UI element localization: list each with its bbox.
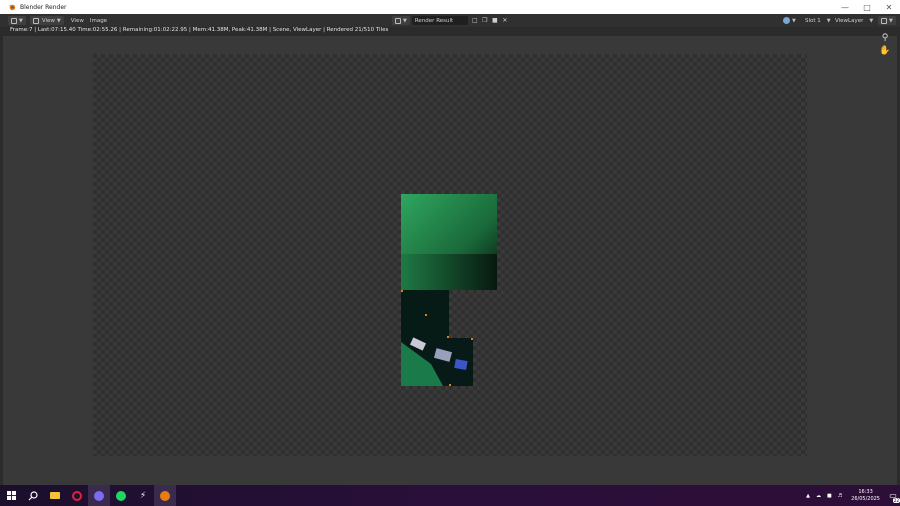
- render-tile-marker: [425, 314, 427, 316]
- volume-icon[interactable]: ♬: [838, 493, 842, 499]
- discord-icon: [94, 490, 104, 501]
- render-tile-marker: [449, 384, 451, 386]
- clock-date: 26/05/2025: [851, 495, 880, 502]
- notification-badge: 22: [892, 498, 900, 503]
- image-editor-header: ▼ View ▼ View Image ▼ Render Result □ ❐ …: [0, 14, 900, 27]
- zoom-icon[interactable]: ⚲: [879, 32, 891, 44]
- chevron-down-icon: ▼: [403, 17, 407, 24]
- editor-type-button[interactable]: ▼: [8, 16, 26, 25]
- search-button[interactable]: [22, 485, 44, 506]
- taskbar-blender[interactable]: [154, 485, 176, 506]
- chevron-down-icon: ▼: [56, 17, 61, 24]
- pan-hand-icon[interactable]: ✋: [879, 45, 891, 57]
- network-icon[interactable]: ■: [827, 493, 832, 499]
- chevron-down-icon: ▼: [792, 17, 796, 24]
- view-mode-label: View: [41, 17, 55, 24]
- chevron-down-icon: ▼: [19, 17, 23, 24]
- render-status-text: Frame:7 | Last:07:15.40 Time:02:55.26 | …: [10, 27, 389, 33]
- minimize-button[interactable]: —: [834, 0, 856, 14]
- clock-time: 16:33: [858, 488, 873, 495]
- image-name-field[interactable]: Render Result: [411, 16, 468, 25]
- taskbar-app[interactable]: ⚡: [132, 485, 154, 506]
- cloud-icon[interactable]: ☁: [816, 493, 821, 499]
- system-tray: ▲ ☁ ■ ♬ 16:33 26/05/2025 ▭ 22: [803, 485, 900, 506]
- slot-select[interactable]: Slot 1 ▼: [800, 16, 834, 25]
- chevron-down-icon: ▼: [889, 17, 893, 24]
- blender-logo-icon: [8, 4, 16, 11]
- menu-view[interactable]: View: [68, 16, 87, 25]
- chevron-down-icon: ▼: [869, 17, 874, 24]
- new-image-icon[interactable]: ❐: [481, 17, 489, 25]
- display-mode-button[interactable]: ▼: [878, 16, 896, 25]
- render-tile-marker: [401, 290, 403, 292]
- maximize-button[interactable]: □: [856, 0, 878, 14]
- blender-icon: [160, 490, 170, 501]
- search-icon: [28, 490, 38, 500]
- view-mode-button[interactable]: View ▼: [29, 16, 64, 25]
- lightning-icon: ⚡: [139, 490, 147, 501]
- fake-user-icon[interactable]: □: [471, 17, 479, 25]
- display-mode-icon: [881, 17, 887, 24]
- render-tile-band: [401, 254, 497, 290]
- opera-icon: [72, 490, 82, 501]
- view-mode-icon: [32, 17, 39, 24]
- render-tile-marker: [447, 336, 449, 338]
- windows-logo-icon: [6, 491, 16, 500]
- render-result-image: [401, 194, 497, 386]
- close-button[interactable]: ✕: [878, 0, 900, 14]
- view-layer-label: ViewLayer: [835, 17, 864, 24]
- notification-button[interactable]: ▭ 22: [886, 485, 900, 506]
- taskbar-file-explorer[interactable]: [44, 485, 66, 506]
- image-name-text: Render Result: [414, 17, 454, 24]
- display-channels-icon: [783, 17, 790, 24]
- image-browse-icon: [395, 17, 401, 24]
- windows-taskbar: ⚡ ▲ ☁ ■ ♬ 16:33 26/05/2025 ▭ 22: [0, 485, 900, 506]
- taskbar-opera[interactable]: [66, 485, 88, 506]
- taskbar-clock[interactable]: 16:33 26/05/2025: [851, 489, 880, 503]
- menu-image[interactable]: Image: [87, 16, 110, 25]
- spotify-icon: [116, 490, 126, 501]
- window-title: Blender Render: [20, 3, 67, 11]
- window-titlebar: Blender Render — □ ✕: [0, 0, 900, 14]
- open-folder-icon[interactable]: ■: [491, 17, 499, 25]
- taskbar-discord[interactable]: [88, 485, 110, 506]
- start-button[interactable]: [0, 485, 22, 506]
- view-layer-select[interactable]: ViewLayer ▼: [830, 16, 876, 25]
- chevron-up-icon[interactable]: ▲: [806, 493, 810, 499]
- image-editor-icon: [11, 17, 17, 24]
- unlink-icon[interactable]: ✕: [501, 17, 509, 25]
- taskbar-spotify[interactable]: [110, 485, 132, 506]
- image-browse-button[interactable]: ▼: [392, 16, 410, 25]
- render-tile-marker: [471, 338, 473, 340]
- slot-label: Slot 1: [805, 17, 821, 24]
- display-channels-button[interactable]: ▼: [780, 16, 799, 25]
- folder-icon: [50, 492, 60, 499]
